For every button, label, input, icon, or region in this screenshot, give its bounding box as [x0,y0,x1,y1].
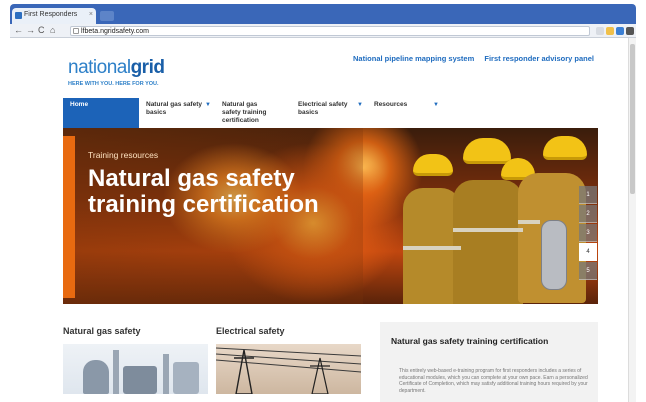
search-icon[interactable] [596,27,604,35]
slide-dot-4[interactable]: 4 [579,243,597,261]
page-info-icon [73,28,79,34]
tab-close-icon[interactable]: × [89,11,93,18]
extension-icon[interactable] [616,27,624,35]
chevron-down-icon: ▼ [205,102,211,108]
certification-title[interactable]: Natural gas safety training certificatio… [391,336,548,346]
address-bar[interactable]: lfbeta.ngridsafety.com [70,26,590,36]
new-tab-button[interactable] [100,11,114,21]
power-lines-image[interactable] [216,344,361,394]
menu-icon[interactable] [626,27,634,35]
nav-gas-training-certification[interactable]: Natural gas safety training certificatio… [215,98,291,128]
address-url: lfbeta.ngridsafety.com [81,28,149,35]
browser-window: First Responders × ← → C ⌂ lfbeta.ngrids… [0,0,646,402]
bookmark-star-icon[interactable] [606,27,614,35]
link-advisory-panel[interactable]: First responder advisory panel [484,54,594,63]
national-grid-logo[interactable]: nationalgrid [68,57,165,79]
power-towers-graphic [216,347,361,394]
reload-icon[interactable]: C [38,25,45,35]
slide-dot-5[interactable]: 5 [579,262,597,280]
slide-dot-1[interactable]: 1 [579,186,597,204]
hero-title: Natural gas safety training certificatio… [88,165,319,218]
certification-description: This entirely web-based e-training progr… [399,368,588,394]
chevron-down-icon: ▼ [433,102,439,108]
forward-arrow-icon[interactable]: → [26,25,35,35]
firefighters-image [393,128,598,304]
browser-tab[interactable]: First Responders × [12,8,96,24]
gas-meter-image[interactable] [63,344,208,394]
hero-kicker: Training resources [88,150,159,160]
certification-panel: Natural gas safety training certificatio… [380,322,598,402]
back-arrow-icon[interactable]: ← [14,25,23,35]
nav-resources[interactable]: Resources ▼ [367,98,443,128]
nav-electrical-safety-basics[interactable]: Electrical safety basics ▼ [291,98,367,128]
nav-gas-safety-basics[interactable]: Natural gas safety basics ▼ [139,98,215,128]
main-nav: Home Natural gas safety basics ▼ Natural… [63,98,598,128]
home-icon[interactable]: ⌂ [50,25,55,35]
web-page: nationalgrid HERE WITH YOU. HERE FOR YOU… [50,38,598,402]
section-title-electrical-safety[interactable]: Electrical safety [216,326,285,336]
top-links: National pipeline mapping system First r… [345,54,594,63]
slide-dot-3[interactable]: 3 [579,224,597,242]
favicon-icon [15,12,22,19]
slide-dot-2[interactable]: 2 [579,205,597,223]
hero-banner: Training resources Natural gas safety tr… [63,128,598,304]
section-title-gas-safety[interactable]: Natural gas safety [63,326,141,336]
logo-tagline: HERE WITH YOU. HERE FOR YOU. [68,81,159,87]
hero-accent-bar [63,136,75,298]
slide-pager: 1 2 3 4 5 [579,186,597,280]
nav-home[interactable]: Home [63,98,139,128]
chevron-down-icon: ▼ [357,102,363,108]
link-pipeline-mapping[interactable]: National pipeline mapping system [353,54,474,63]
tab-title: First Responders [24,11,78,18]
scrollbar-thumb[interactable] [630,44,635,194]
